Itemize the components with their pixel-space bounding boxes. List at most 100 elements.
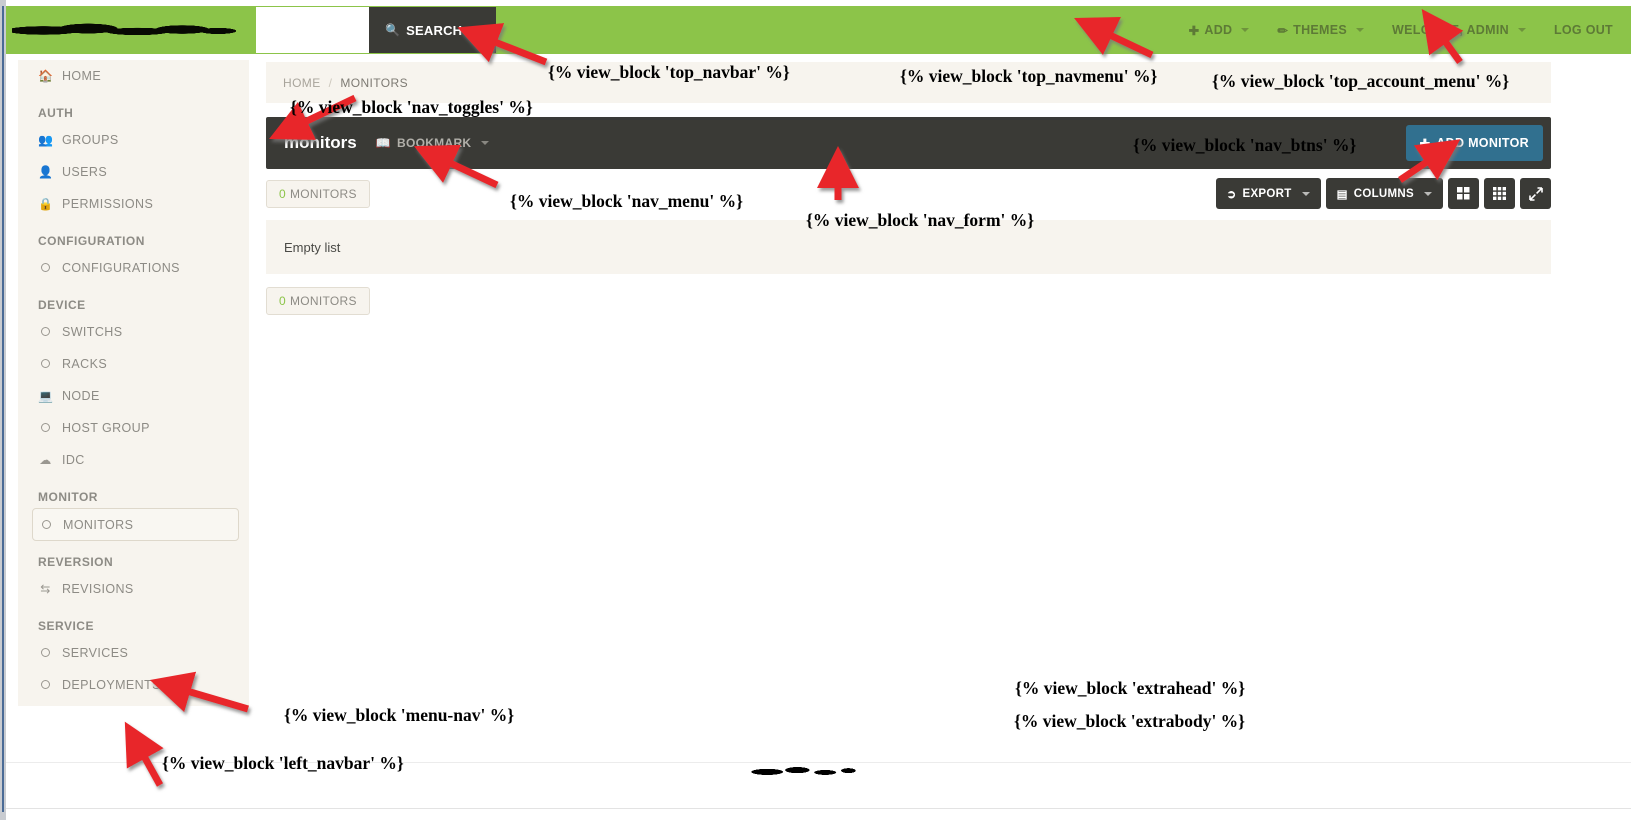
top-account-menu-label: WELCOME, ADMIN — [1392, 23, 1509, 37]
home-icon: 🏠 — [38, 69, 54, 83]
sidebar-item-groups[interactable]: 👥 GROUPS — [18, 124, 249, 156]
sidebar-heading-configuration: CONFIGURATION — [38, 234, 145, 248]
chevron-down-icon — [1424, 191, 1432, 196]
share-icon: ➲ — [1226, 188, 1237, 201]
monitor-count-value: 0 — [279, 294, 286, 308]
annotation-menu-nav: {% view_block 'menu-nav' %} — [284, 705, 515, 725]
sidebar-item-host-group[interactable]: HOST GROUP — [18, 412, 249, 444]
book-icon: 📖 — [375, 136, 391, 150]
sidebar-item-idc[interactable]: ☁ IDC — [18, 444, 249, 476]
grid-2x2-icon — [1457, 187, 1470, 200]
sidebar-item-home[interactable]: 🏠 HOME — [18, 60, 249, 92]
list-icon: ▤ — [1336, 188, 1348, 201]
chevron-down-icon — [1241, 28, 1250, 32]
sidebar-item-label: HOST GROUP — [62, 421, 150, 435]
nav-btns-toolbar: ➲ EXPORT ▤ COLUMNS — [1215, 178, 1551, 209]
sidebar-item-label: CONFIGURATIONS — [62, 261, 180, 275]
export-button[interactable]: ➲ EXPORT — [1215, 178, 1321, 209]
log-out-link[interactable]: LOG OUT — [1540, 6, 1627, 54]
sidebar-item-node[interactable]: 💻 NODE — [18, 380, 249, 412]
sidebar-heading-monitor: MONITOR — [38, 490, 98, 504]
add-monitor-button[interactable]: ✚ ADD MONITOR — [1405, 125, 1543, 161]
sidebar-item-label: SWITCHS — [62, 325, 123, 339]
circle-icon — [38, 357, 53, 371]
redacted-logo-icon — [12, 18, 236, 42]
top-navmenu: ✚ ADD ✏ THEMES WELCOME, ADMIN LOG OUT — [1175, 6, 1631, 54]
plus-icon: ✚ — [1188, 23, 1200, 38]
search-button-label: SEARCH — [406, 22, 463, 38]
grid-coarse-button[interactable] — [1448, 178, 1479, 209]
circle-icon — [38, 421, 53, 435]
sidebar-item-monitors[interactable]: MONITORS — [32, 508, 239, 541]
bookmark-menu[interactable]: 📖 BOOKMARK — [376, 136, 490, 150]
sidebar-item-label: REVISIONS — [62, 582, 134, 596]
add-monitor-label: ADD MONITOR — [1436, 136, 1529, 150]
sidebar-item-racks[interactable]: RACKS — [18, 348, 249, 380]
circle-icon — [38, 646, 53, 660]
breadcrumb-separator: / — [328, 75, 333, 90]
nav-toggles-bar: monitors 📖 BOOKMARK ✚ ADD MONITOR — [266, 117, 1551, 169]
chevron-down-icon — [481, 141, 490, 145]
sidebar-item-revisions[interactable]: ⇆ REVISIONS — [18, 573, 249, 605]
sidebar-heading-auth: AUTH — [38, 106, 74, 120]
annotation-nav-toggles: {% view_block 'nav_toggles' %} — [290, 97, 533, 117]
exchange-icon: ⇆ — [40, 582, 51, 596]
sidebar-heading-device: DEVICE — [38, 298, 86, 312]
columns-label: COLUMNS — [1353, 187, 1414, 200]
annotation-top-navbar: {% view_block 'top_navbar' %} — [548, 62, 790, 82]
search-input[interactable] — [256, 7, 369, 53]
sidebar-item-label: NODE — [62, 389, 100, 403]
nav-menu-row-bottom: 0 MONITORS — [266, 287, 1551, 315]
sidebar-item-label: USERS — [62, 165, 108, 179]
bookmark-label: BOOKMARK — [396, 136, 472, 150]
chevron-down-icon — [1356, 28, 1365, 32]
empty-list-message: Empty list — [284, 239, 341, 255]
chevron-down-icon — [1517, 28, 1526, 32]
user-icon: 👤 — [38, 165, 54, 179]
top-search-form: 🔍 SEARCH — [256, 7, 497, 53]
circle-icon — [38, 261, 53, 275]
users-icon: 👥 — [38, 133, 54, 147]
page-root: 🔍 SEARCH ✚ ADD ✏ THEMES WELCOME, ADMIN L — [0, 0, 1631, 820]
sidebar-item-switchs[interactable]: SWITCHS — [18, 316, 249, 348]
monitor-count-label: MONITORS — [289, 187, 357, 201]
sidebar-item-deployments[interactable]: DEPLOYMENTS — [18, 669, 249, 701]
sidebar-item-label: IDC — [62, 453, 85, 467]
top-nav-add-label: ADD — [1204, 23, 1233, 37]
sidebar-item-label: SERVICES — [62, 646, 129, 660]
monitor-count-badge-bottom: 0 MONITORS — [266, 287, 370, 315]
monitor-count-value: 0 — [279, 187, 286, 201]
annotation-left-navbar: {% view_block 'left_navbar' %} — [162, 753, 404, 773]
footer-divider-bottom — [6, 808, 1631, 809]
laptop-icon: 💻 — [38, 389, 54, 403]
monitor-count-badge-top: 0 MONITORS — [266, 180, 370, 208]
top-account-menu[interactable]: WELCOME, ADMIN — [1378, 6, 1540, 54]
grid-3x3-icon — [1493, 187, 1506, 200]
top-nav-themes[interactable]: ✏ THEMES — [1263, 6, 1378, 54]
sidebar-item-label: GROUPS — [62, 133, 119, 147]
expand-button[interactable] — [1520, 178, 1551, 209]
redacted-footer-text — [744, 762, 860, 780]
grid-fine-button[interactable] — [1484, 178, 1515, 209]
circle-icon — [39, 518, 54, 532]
brand-logo[interactable] — [6, 6, 246, 54]
top-nav-add[interactable]: ✚ ADD — [1175, 6, 1264, 54]
expand-arrows-icon — [1528, 186, 1543, 201]
brush-icon: ✏ — [1277, 23, 1289, 38]
sidebar-heading-reversion: REVERSION — [38, 555, 114, 569]
sidebar-item-label: PERMISSIONS — [62, 197, 154, 211]
sidebar-item-permissions[interactable]: 🔒 PERMISSIONS — [18, 188, 249, 220]
lock-icon: 🔒 — [38, 197, 54, 211]
annotation-nav-form: {% view_block 'nav_form' %} — [806, 210, 1035, 230]
search-button[interactable]: 🔍 SEARCH — [369, 7, 497, 53]
columns-button[interactable]: ▤ COLUMNS — [1325, 178, 1443, 209]
page-title: monitors — [284, 133, 357, 152]
sidebar-item-services[interactable]: SERVICES — [18, 637, 249, 669]
plus-icon: ✚ — [1419, 136, 1431, 151]
monitor-count-label: MONITORS — [289, 294, 357, 308]
cloud-icon: ☁ — [39, 453, 52, 467]
breadcrumb-home[interactable]: HOME — [283, 76, 321, 90]
sidebar-item-configurations[interactable]: CONFIGURATIONS — [18, 252, 249, 284]
browser-edge-strip — [0, 0, 6, 820]
sidebar-item-users[interactable]: 👤 USERS — [18, 156, 249, 188]
